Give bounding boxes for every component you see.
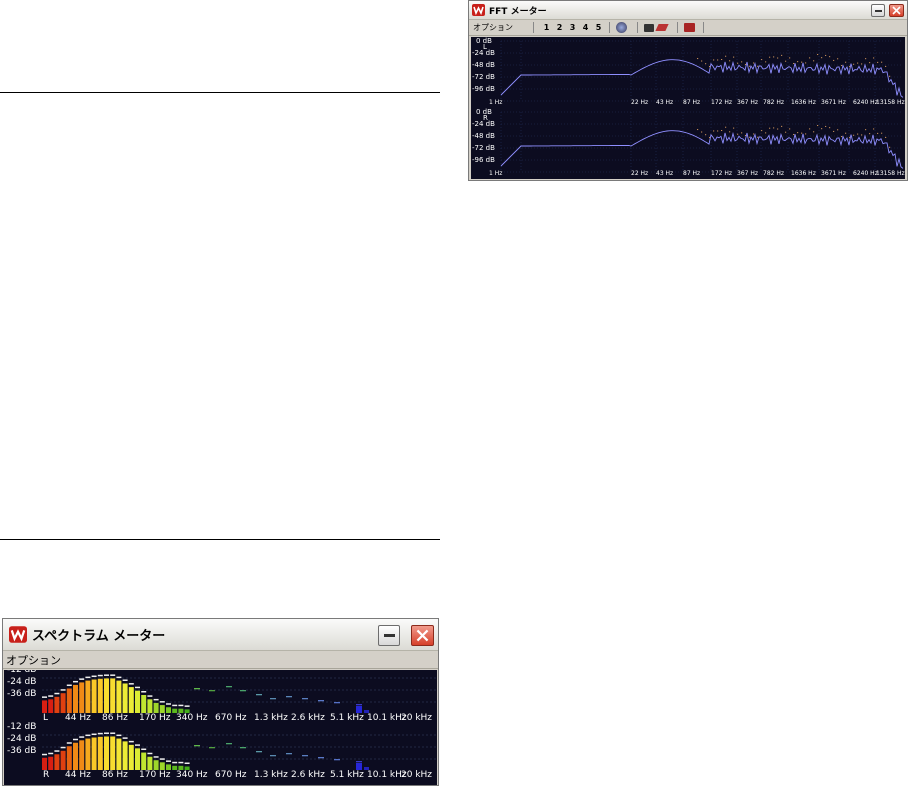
fft-freq-label: 43 Hz	[656, 99, 674, 106]
minimize-icon	[874, 9, 882, 12]
fft-meter-window: FFT メーター オプション 12345 0 dB -24 dB -48 dB -72…	[468, 0, 908, 181]
spectrum-freq-label: 670 Hz	[215, 770, 247, 780]
preset-button-3[interactable]: 3	[566, 23, 579, 32]
fft-freq-label: 6240 Hz	[853, 99, 878, 106]
fft-toolbar: オプション 12345	[469, 20, 907, 36]
fft-options-menu[interactable]: オプション	[473, 22, 513, 33]
close-icon	[892, 6, 901, 15]
fft-freq-label: 13158 Hz	[876, 170, 905, 177]
freeze-icon[interactable]	[616, 22, 627, 33]
spectrum-options-menu[interactable]: オプション	[6, 652, 61, 668]
fft-graph	[500, 40, 904, 173]
spectrum-minimize-button[interactable]	[378, 625, 400, 646]
spectrum-window-title: スペクトラム メーター	[32, 629, 166, 644]
help-book-icon[interactable]	[684, 23, 695, 32]
fft-freq-label: 6240 Hz	[853, 170, 878, 177]
toolbar-divider	[703, 22, 704, 33]
spectrum-db-label: -36 dB	[7, 689, 37, 699]
separator-line-bottom	[0, 539, 440, 540]
fft-freq-label: 43 Hz	[656, 170, 674, 177]
spectrum-freq-label: 44 Hz	[65, 713, 91, 723]
fft-db-label: -72 dB	[472, 144, 495, 152]
fft-db-label: -96 dB	[472, 85, 495, 93]
spectrum-channel-label: R	[43, 770, 50, 780]
preset-button-group: 12345	[540, 23, 605, 32]
fft-freq-label: 367 Hz	[737, 170, 759, 177]
spectrum-freq-label: 44 Hz	[65, 770, 91, 780]
spectrum-freq-label: 20 kHz	[401, 713, 433, 723]
fft-freq-label: 3671 Hz	[821, 99, 846, 106]
fft-freq-label: 1636 Hz	[791, 99, 816, 106]
camera-icon[interactable]	[644, 23, 654, 32]
fft-freq-label: 782 Hz	[763, 99, 785, 106]
fft-titlebar[interactable]: FFT メーター	[469, 1, 907, 20]
fft-freq-label: 367 Hz	[737, 99, 759, 106]
fft-db-label: -96 dB	[472, 156, 495, 164]
fft-minimize-button[interactable]	[871, 4, 885, 17]
spectrum-freq-label: 1.3 kHz	[254, 770, 288, 780]
eraser-icon[interactable]	[655, 24, 669, 31]
spectrum-menubar: オプション	[3, 652, 438, 669]
preset-button-5[interactable]: 5	[592, 23, 605, 32]
spectrum-meter-window: スペクトラム メーター オプション -12 dB -24 dB -36 dB L 44 …	[2, 618, 439, 786]
spectrum-freq-label: 1.3 kHz	[254, 713, 288, 723]
fft-db-label: -24 dB	[472, 120, 495, 128]
spectrum-freq-label: 5.1 kHz	[330, 770, 364, 780]
fft-freq-label: 782 Hz	[763, 170, 785, 177]
spectrum-db-label: -12 dB	[7, 670, 37, 675]
spectrum-graph	[42, 674, 436, 770]
separator-line-top	[0, 92, 440, 93]
fft-freq-label: 13158 Hz	[876, 99, 905, 106]
fft-freq-label: 3671 Hz	[821, 170, 846, 177]
spectrum-channel-label: L	[43, 713, 49, 723]
spectrum-db-label: -24 dB	[7, 734, 37, 744]
fft-freq-label: 1 Hz	[489, 170, 503, 177]
spectrum-freq-label: 170 Hz	[139, 770, 171, 780]
spectrum-display: -12 dB -24 dB -36 dB L 44 Hz 86 Hz 170 Hz 340 H…	[4, 670, 437, 785]
toolbar-divider	[609, 22, 610, 33]
toolbar-divider	[637, 22, 638, 33]
fft-freq-label: 22 Hz	[631, 99, 649, 106]
fft-freq-label: 87 Hz	[683, 99, 701, 106]
fft-close-button[interactable]	[889, 4, 904, 17]
spectrum-db-label: -12 dB	[7, 722, 37, 732]
spectrum-freq-label: 86 Hz	[102, 770, 128, 780]
spectrum-titlebar[interactable]: スペクトラム メーター	[3, 619, 438, 651]
spectrum-db-label: -24 dB	[7, 677, 37, 687]
fft-db-label: -24 dB	[472, 49, 495, 57]
fft-freq-label: 87 Hz	[683, 170, 701, 177]
fft-freq-label: 1636 Hz	[791, 170, 816, 177]
fft-window-title: FFT メーター	[489, 6, 547, 17]
wavelab-logo-icon	[472, 4, 485, 16]
spectrum-close-button[interactable]	[411, 625, 434, 646]
fft-db-label: -48 dB	[472, 61, 495, 69]
spectrum-freq-label: 86 Hz	[102, 713, 128, 723]
minimize-icon	[383, 634, 395, 637]
fft-channel-label: R	[483, 114, 488, 122]
spectrum-freq-label: 170 Hz	[139, 713, 171, 723]
close-icon	[416, 629, 429, 642]
wavelab-logo-icon	[9, 626, 27, 643]
preset-button-2[interactable]: 2	[553, 23, 566, 32]
fft-db-label: -72 dB	[472, 73, 495, 81]
spectrum-db-label: -36 dB	[7, 746, 37, 756]
fft-freq-label: 172 Hz	[711, 170, 733, 177]
spectrum-freq-label: 670 Hz	[215, 713, 247, 723]
preset-button-4[interactable]: 4	[579, 23, 592, 32]
preset-button-1[interactable]: 1	[540, 23, 553, 32]
toolbar-divider	[677, 22, 678, 33]
fft-freq-label: 1 Hz	[489, 99, 503, 106]
spectrum-freq-label: 20 kHz	[401, 770, 433, 780]
spectrum-freq-label: 340 Hz	[176, 770, 208, 780]
spectrum-freq-label: 340 Hz	[176, 713, 208, 723]
spectrum-freq-label: 2.6 kHz	[291, 713, 325, 723]
fft-freq-label: 22 Hz	[631, 170, 649, 177]
fft-channel-label: L	[483, 43, 487, 51]
toolbar-divider	[533, 22, 534, 33]
fft-freq-label: 172 Hz	[711, 99, 733, 106]
fft-display: 0 dB -24 dB -48 dB -72 dB -96 dB L 1 Hz 22 Hz 43…	[471, 37, 905, 179]
fft-db-label: -48 dB	[472, 132, 495, 140]
spectrum-freq-label: 2.6 kHz	[291, 770, 325, 780]
spectrum-freq-label: 5.1 kHz	[330, 713, 364, 723]
